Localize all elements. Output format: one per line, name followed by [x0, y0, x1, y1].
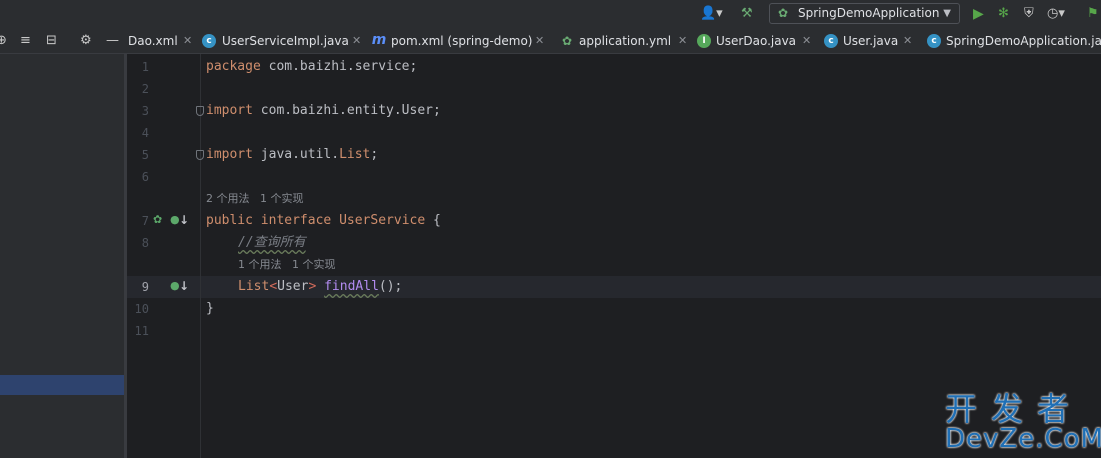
line-number-current: 9: [141, 280, 149, 294]
interface-name: UserService: [339, 213, 426, 228]
watermark-cn: 开发者: [945, 390, 1084, 428]
close-icon[interactable]: ✕: [802, 28, 811, 54]
keyword: interface: [260, 213, 332, 228]
type-name: User: [277, 279, 309, 294]
close-icon[interactable]: ✕: [903, 28, 912, 54]
arrow-down-icon[interactable]: ↓: [179, 279, 189, 293]
project-panel-header: ⊕ ≡ ⊟ ⚙ —: [0, 28, 127, 54]
code-text: }: [206, 301, 214, 316]
spring-yaml-icon: ✿: [561, 34, 573, 48]
tab-pom-xml[interactable]: m pom.xml (spring-demo) ✕: [371, 28, 551, 54]
tab-label: UserDao.java: [716, 34, 797, 48]
generic-bracket: >: [308, 279, 317, 294]
line-number: 10: [134, 302, 149, 316]
tab-label: application.yml: [579, 34, 672, 48]
fold-marker-icon[interactable]: [196, 106, 204, 116]
collapse-all-icon[interactable]: ⊟: [46, 33, 57, 49]
watermark-en: DevZe.CoM: [945, 424, 1101, 454]
tab-label: UserServiceImpl.java: [222, 34, 349, 48]
line-number: 5: [141, 148, 149, 162]
code-line-5[interactable]: import java.util.List;: [206, 144, 378, 166]
type-name: List: [238, 279, 270, 294]
tab-user-java[interactable]: c User.java ✕: [824, 28, 918, 54]
spring-class-icon: c: [927, 34, 941, 48]
class-icon: c: [202, 34, 216, 48]
code-line-1[interactable]: package com.baizhi.service;: [206, 56, 417, 78]
main-toolbar: 👤▾ ⚒ ✿ SpringDemoApplication ▼ ▶ ✻ ⛨ ◷▾ …: [0, 0, 1101, 28]
expand-all-icon[interactable]: ≡: [20, 33, 31, 49]
line-number: 7: [141, 214, 149, 228]
tab-springdemoapplication-java[interactable]: c SpringDemoApplication.java: [927, 28, 1101, 54]
close-icon[interactable]: ✕: [352, 28, 361, 54]
debug-icon[interactable]: ✻: [998, 6, 1009, 22]
generic-bracket: <: [269, 279, 278, 294]
close-icon[interactable]: ✕: [678, 28, 687, 54]
tab-label: SpringDemoApplication.java: [946, 34, 1101, 48]
usage-hint[interactable]: 2 个用法 1 个实现: [206, 188, 303, 210]
run-icon[interactable]: ▶: [973, 6, 984, 22]
line-number: 2: [141, 82, 149, 96]
more-icon[interactable]: ⚑: [1087, 6, 1099, 22]
hammer-icon[interactable]: ⚒: [741, 6, 753, 22]
code-line-7[interactable]: public interface UserService {: [206, 210, 441, 232]
close-icon[interactable]: ✕: [535, 28, 544, 54]
tab-userserviceimpl-java[interactable]: c UserServiceImpl.java ✕: [202, 28, 362, 54]
code-text: com.baizhi.service;: [260, 59, 418, 74]
code-line-10[interactable]: }: [206, 298, 214, 320]
method-name: findAll: [324, 279, 379, 294]
tab-userdao-java[interactable]: I UserDao.java ✕: [697, 28, 815, 54]
coverage-icon[interactable]: ⛨: [1024, 6, 1034, 22]
code-line-3[interactable]: import com.baizhi.entity.User;: [206, 100, 441, 122]
usage-hint[interactable]: 1 个用法 1 个实现: [238, 254, 335, 276]
minimize-icon[interactable]: —: [106, 33, 119, 49]
line-number: 11: [134, 324, 149, 338]
comment: //查询所有: [238, 235, 306, 250]
run-configuration-label: SpringDemoApplication: [798, 6, 940, 20]
tab-label: User.java: [843, 34, 899, 48]
code-text: ;: [370, 147, 379, 162]
gear-icon[interactable]: ⚙: [80, 33, 92, 49]
project-tree-selected-row[interactable]: [0, 375, 124, 395]
code-text: ();: [378, 279, 403, 294]
arrow-down-icon[interactable]: ↓: [179, 213, 189, 227]
keyword: public: [206, 213, 253, 228]
keyword: import: [206, 147, 253, 162]
class-icon: c: [824, 34, 838, 48]
tab-label: Dao.xml: [128, 34, 178, 48]
maven-icon: m: [371, 32, 387, 48]
profile-icon[interactable]: ◷▾: [1047, 6, 1065, 22]
code-text: com.baizhi.entity.User;: [252, 103, 441, 118]
run-configuration-select[interactable]: ✿ SpringDemoApplication ▼: [769, 3, 960, 24]
chevron-down-icon: ▼: [943, 8, 951, 19]
editor-tabs: Dao.xml ✕ c UserServiceImpl.java ✕ m pom…: [127, 28, 1101, 54]
class-name: List: [339, 147, 371, 162]
keyword: import: [206, 103, 253, 118]
locate-icon[interactable]: ⊕: [0, 33, 7, 49]
keyword: package: [206, 59, 261, 74]
line-number: 1: [141, 60, 149, 74]
user-icon[interactable]: 👤▾: [700, 6, 723, 22]
tab-application-yml[interactable]: ✿ application.yml ✕: [560, 28, 690, 54]
code-text: java.util.: [252, 147, 340, 162]
tab-dao-xml[interactable]: Dao.xml ✕: [127, 28, 199, 54]
line-number: 3: [141, 104, 149, 118]
spring-bean-gutter-icon[interactable]: ✿: [153, 213, 162, 227]
tab-label: pom.xml (spring-demo): [391, 34, 533, 48]
code-text: {: [425, 213, 441, 228]
line-number: 6: [141, 170, 149, 184]
code-line-9[interactable]: List<User> findAll();: [238, 276, 402, 298]
project-tree-panel[interactable]: [0, 54, 124, 458]
fold-marker-icon[interactable]: [196, 150, 204, 160]
code-line-8[interactable]: //查询所有: [238, 232, 306, 254]
close-icon[interactable]: ✕: [183, 28, 192, 54]
spring-boot-icon: ✿: [778, 6, 789, 20]
interface-icon: I: [697, 34, 711, 48]
line-number: 8: [141, 236, 149, 250]
line-number: 4: [141, 126, 149, 140]
